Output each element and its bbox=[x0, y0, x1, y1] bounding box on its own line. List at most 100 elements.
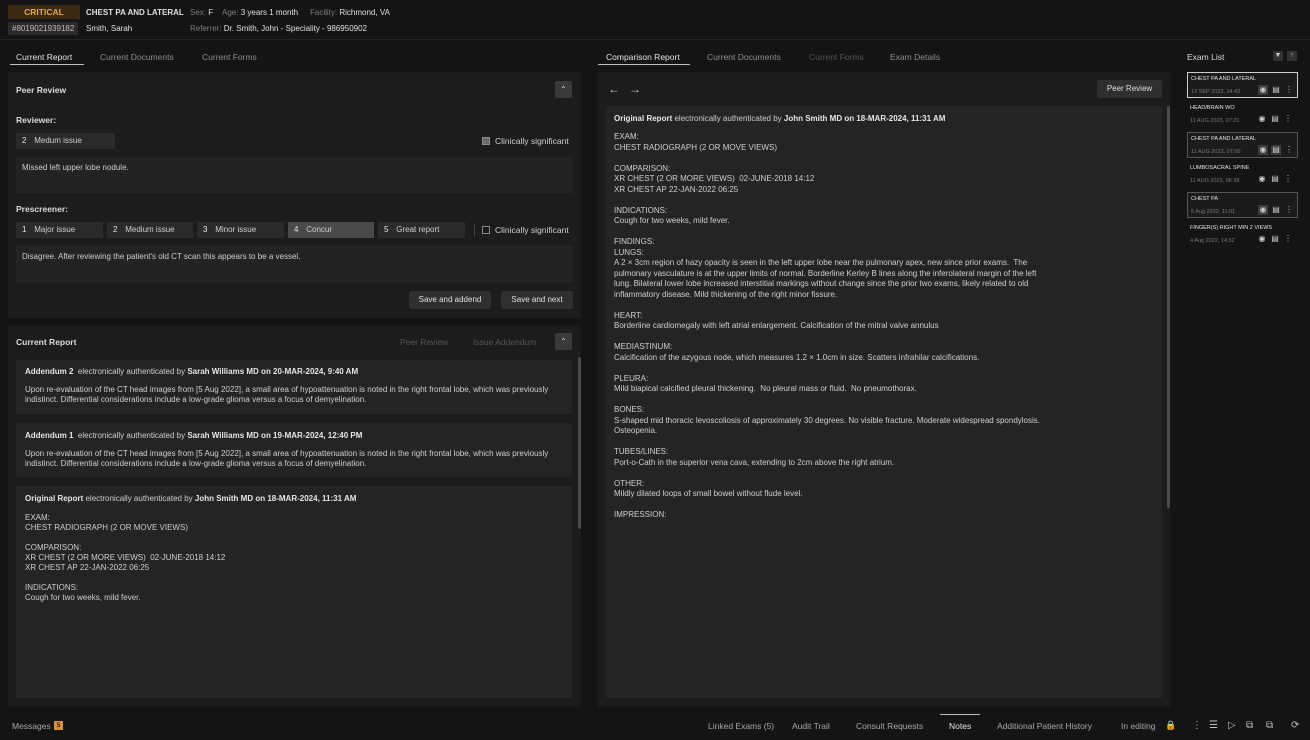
divider bbox=[474, 224, 475, 236]
option-label: Concur bbox=[306, 225, 333, 234]
link-icon[interactable]: ⧉ bbox=[1266, 720, 1273, 731]
more-icon[interactable]: ⋮ bbox=[1192, 720, 1202, 731]
option-medium-issue[interactable]: 2 Medium issue bbox=[107, 222, 193, 238]
save-and-addend-button[interactable]: Save and addend bbox=[409, 291, 491, 309]
original-report-title: Original Report bbox=[25, 494, 84, 503]
exam-item-title: HEAD/BRAIN WO bbox=[1190, 105, 1235, 111]
option-great-report[interactable]: 5 Great report bbox=[378, 222, 465, 238]
original-report-body: EXAM: CHEST RADIOGRAPH (2 OR MOVE VIEWS)… bbox=[25, 513, 226, 602]
tab-current-forms[interactable]: Current Forms bbox=[202, 52, 257, 62]
linked-exams-link[interactable]: Linked Exams (5) bbox=[708, 721, 774, 731]
messages-count-badge: 5 bbox=[54, 721, 63, 730]
reviewer-rating: 2 Medum issue bbox=[16, 133, 115, 149]
exam-item[interactable]: CHEST PA AND LATERAL 13 SEP 2023, 14:43 ◉ ▤… bbox=[1187, 72, 1298, 98]
more-icon[interactable]: ⋮ bbox=[1283, 174, 1293, 184]
eye-icon[interactable]: ◉ bbox=[1258, 85, 1268, 95]
peer-review-button[interactable]: Peer Review bbox=[1097, 80, 1162, 98]
patient-name: Smith, Sarah bbox=[86, 24, 133, 33]
eye-icon[interactable]: ◉ bbox=[1257, 234, 1267, 244]
auth-text: electronically authenticated by bbox=[674, 114, 782, 123]
more-icon[interactable]: ⋮ bbox=[1284, 205, 1294, 215]
scrollbar[interactable] bbox=[1167, 106, 1170, 508]
issue-addendum-link[interactable]: Issue Addendum bbox=[473, 337, 536, 347]
tab-current-report[interactable]: Current Report bbox=[16, 52, 72, 62]
patient-header: CRITICAL CHEST PA AND LATERAL Sex: F Age… bbox=[0, 0, 1310, 40]
clinically-significant-label: Clinically significant bbox=[495, 225, 569, 235]
tab-current-documents[interactable]: Current Documents bbox=[100, 52, 174, 62]
addendum-1-card: Addendum 1 electronically authenticated … bbox=[16, 423, 572, 477]
save-and-next-button[interactable]: Save and next bbox=[501, 291, 573, 309]
exam-item[interactable]: CHEST PA 5 Aug 2022, 11:01 ◉ ▤ ⋮ bbox=[1187, 192, 1298, 218]
filter-icon[interactable]: ▼ bbox=[1273, 51, 1283, 61]
addendum-2-card: Addendum 2 electronically authenticated … bbox=[16, 360, 572, 414]
auth-text: electronically authenticated by bbox=[77, 367, 186, 376]
eye-icon[interactable]: ◉ bbox=[1258, 205, 1268, 215]
age-label: Age: bbox=[222, 8, 239, 17]
exam-item-title: FINGER(S) RIGHT MIN 2 VIEWS bbox=[1190, 225, 1273, 231]
reviewer-label: Reviewer: bbox=[16, 115, 57, 125]
clinically-significant-checkbox-reviewer[interactable] bbox=[482, 137, 490, 145]
more-icon[interactable]: ⋮ bbox=[1284, 145, 1294, 155]
chevron-up-icon[interactable]: ⌃ bbox=[555, 81, 572, 98]
audit-trail-link[interactable]: Audit Trail bbox=[792, 721, 830, 731]
exam-item-date: 5 Aug 2022, 11:01 bbox=[1191, 209, 1236, 215]
addendum-1-author: Sarah Williams MD on 19-MAR-2024, 12:40 … bbox=[187, 431, 363, 440]
eye-icon[interactable]: ◉ bbox=[1258, 145, 1268, 155]
consult-requests-link[interactable]: Consult Requests bbox=[856, 721, 923, 731]
settings-icon[interactable]: ⟳ bbox=[1291, 720, 1299, 731]
messages-link[interactable]: Messages bbox=[12, 721, 51, 731]
upload-icon[interactable]: ↑ bbox=[1287, 51, 1297, 61]
comparison-report-text: EXAM: CHEST RADIOGRAPH (2 OR MOVE VIEWS)… bbox=[614, 132, 1040, 519]
notes-tab[interactable]: Notes bbox=[949, 721, 971, 731]
more-icon[interactable]: ⋮ bbox=[1283, 114, 1293, 124]
peer-review-link[interactable]: Peer Review bbox=[400, 337, 448, 347]
active-tab-underline bbox=[598, 64, 690, 65]
peer-review-title: Peer Review bbox=[16, 85, 67, 95]
tab-comparison-report[interactable]: Comparison Report bbox=[606, 52, 680, 62]
eye-icon[interactable]: ◉ bbox=[1257, 114, 1267, 124]
tab-current-forms[interactable]: Current Forms bbox=[809, 52, 864, 62]
option-minor-issue[interactable]: 3 Minor issue bbox=[197, 222, 284, 238]
arrow-left-icon[interactable]: ← bbox=[608, 82, 620, 96]
auth-text: electronically authenticated by bbox=[77, 431, 186, 440]
sex-label: Sex: bbox=[190, 8, 207, 17]
original-report-author: John Smith MD on 18-MAR-2024, 11:31 AM bbox=[194, 494, 357, 503]
exam-title: CHEST PA AND LATERAL bbox=[86, 8, 184, 17]
lock-icon: 🔒 bbox=[1165, 720, 1177, 730]
tab-exam-details[interactable]: Exam Details bbox=[890, 52, 940, 62]
document-icon[interactable]: ▤ bbox=[1271, 145, 1281, 155]
option-major-issue[interactable]: 1 Major issue bbox=[16, 222, 103, 238]
share-icon[interactable]: ⧉ bbox=[1246, 720, 1253, 731]
exam-item[interactable]: FINGER(S) RIGHT MIN 2 VIEWS 4 Aug 2022, 1… bbox=[1187, 222, 1298, 248]
comparison-report-panel: ← → Peer Review Original Report electron… bbox=[598, 72, 1170, 707]
exam-item-date: 11 AUG 2023, 07:00 bbox=[1191, 149, 1241, 155]
facility-label: Facility: bbox=[310, 8, 338, 17]
addendum-1-text: Upon re-evaluation of the CT head images… bbox=[25, 449, 549, 468]
more-icon[interactable]: ⋮ bbox=[1283, 234, 1293, 244]
document-icon[interactable]: ▤ bbox=[1271, 205, 1281, 215]
scrollbar[interactable] bbox=[578, 357, 581, 529]
chevron-up-icon[interactable]: ⌃ bbox=[555, 333, 572, 350]
next-icon[interactable]: ▷ bbox=[1228, 720, 1236, 731]
eye-icon[interactable]: ◉ bbox=[1257, 174, 1267, 184]
additional-patient-history-link[interactable]: Additional Patient History bbox=[997, 721, 1092, 731]
option-concur[interactable]: 4 Concur bbox=[288, 222, 374, 238]
document-icon[interactable]: ▤ bbox=[1270, 114, 1280, 124]
tab-current-documents[interactable]: Current Documents bbox=[707, 52, 781, 62]
exam-item-date: 11 AUG 2023, 07:21 bbox=[1190, 118, 1240, 124]
document-icon[interactable]: ▤ bbox=[1270, 234, 1280, 244]
more-icon[interactable]: ⋮ bbox=[1284, 85, 1294, 95]
option-number: 4 bbox=[294, 225, 299, 234]
exam-item[interactable]: CHEST PA AND LATERAL 11 AUG 2023, 07:00 ◉ ▤… bbox=[1187, 132, 1298, 158]
clinically-significant-checkbox-prescreener[interactable] bbox=[482, 226, 490, 234]
arrow-right-icon[interactable]: → bbox=[629, 82, 641, 96]
document-icon[interactable]: ▤ bbox=[1270, 174, 1280, 184]
auth-text: electronically authenticated by bbox=[85, 494, 193, 503]
exam-item[interactable]: HEAD/BRAIN WO 11 AUG 2023, 07:21 ◉ ▤ ⋮ bbox=[1187, 102, 1298, 128]
option-number: 3 bbox=[203, 225, 208, 234]
document-icon[interactable]: ▤ bbox=[1271, 85, 1281, 95]
clinically-significant-label: Clinically significant bbox=[495, 136, 569, 146]
referrer-value: Dr. Smith, John - Speciality - 986950902 bbox=[223, 24, 367, 33]
checklist-icon[interactable]: ☰ bbox=[1209, 720, 1218, 731]
exam-item[interactable]: LUMBOSACRAL SPINE 11 AUG 2023, 06:28 ◉ ▤ ⋮ bbox=[1187, 162, 1298, 188]
